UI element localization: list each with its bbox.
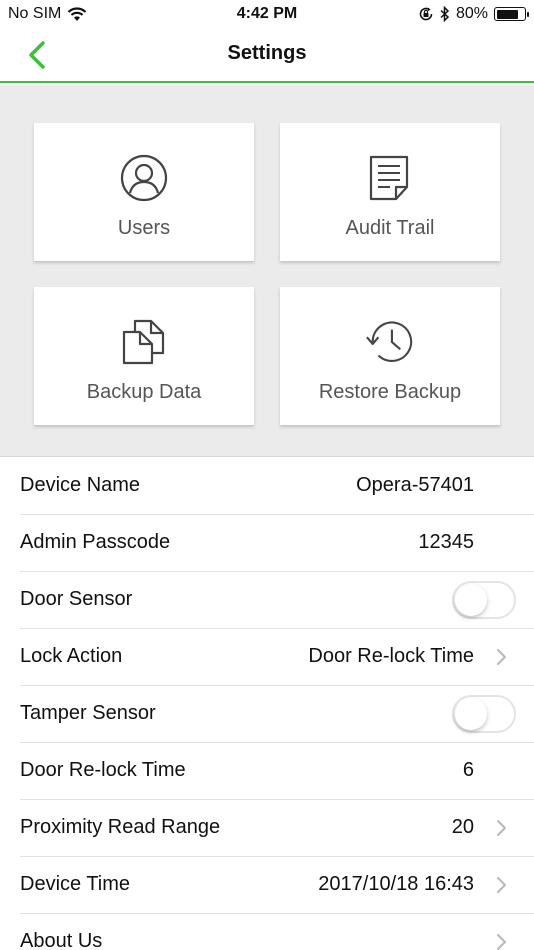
settings-list: Device Name Opera-57401 Admin Passcode 1… [0,458,534,950]
document-icon [365,153,415,203]
chevron-right-icon [497,877,506,893]
battery-icon [494,7,529,21]
nav-bar: Settings [0,28,534,83]
tamper-sensor-row: Tamper Sensor [0,686,534,743]
device-time-row[interactable]: Device Time 2017/10/18 16:43 [0,857,534,914]
toggle-knob [455,584,487,616]
proximity-read-range-value: 20 [451,816,474,838]
restore-backup-tile[interactable]: Restore Backup [280,287,500,425]
about-us-label: About Us [20,930,103,950]
admin-passcode-value: 12345 [418,531,474,553]
lock-action-value: Door Re-lock Time [308,645,474,667]
user-icon [119,153,169,203]
history-icon [365,317,415,367]
door-sensor-row: Door Sensor [0,572,534,629]
copy-icon [119,317,169,367]
status-right: 80% [418,5,529,23]
proximity-read-range-row[interactable]: Proximity Read Range 20 [0,800,534,857]
status-bar: No SIM 4:42 PM 80% [0,0,534,28]
admin-passcode-row[interactable]: Admin Passcode 12345 [0,515,534,572]
door-relock-time-label: Door Re-lock Time [20,759,186,781]
door-relock-time-row[interactable]: Door Re-lock Time 6 [0,743,534,800]
admin-passcode-label: Admin Passcode [20,531,171,553]
device-name-value: Opera-57401 [356,474,474,496]
battery-level [496,9,519,19]
about-us-row[interactable]: About Us [0,914,534,950]
bluetooth-icon [440,6,450,22]
users-label: Users [117,217,171,239]
orientation-lock-icon [419,7,433,21]
page-title: Settings [227,42,307,64]
tiles-grid: Users Audit Trail Backup Data Restore Ba… [0,85,534,457]
device-name-label: Device Name [20,474,141,496]
device-time-label: Device Time [20,873,131,895]
lock-action-row[interactable]: Lock Action Door Re-lock Time [0,629,534,686]
proximity-read-range-label: Proximity Read Range [20,816,221,838]
battery-percent: 80% [455,5,488,22]
chevron-right-icon [497,820,506,836]
door-sensor-label: Door Sensor [20,588,133,610]
audit-trail-label: Audit Trail [345,217,435,239]
audit-trail-tile[interactable]: Audit Trail [280,123,500,261]
chevron-right-icon [497,934,506,950]
door-sensor-toggle[interactable] [452,581,516,619]
device-time-value: 2017/10/18 16:43 [318,873,474,895]
device-name-row[interactable]: Device Name Opera-57401 [0,458,534,515]
tamper-sensor-toggle[interactable] [452,695,516,733]
toggle-knob [455,698,487,730]
chevron-right-icon [497,649,506,665]
restore-backup-label: Restore Backup [318,381,462,403]
backup-data-label: Backup Data [86,381,202,403]
tamper-sensor-label: Tamper Sensor [20,702,156,724]
users-tile[interactable]: Users [34,123,254,261]
lock-action-label: Lock Action [20,645,123,667]
door-relock-time-value: 6 [462,759,474,781]
backup-data-tile[interactable]: Backup Data [34,287,254,425]
